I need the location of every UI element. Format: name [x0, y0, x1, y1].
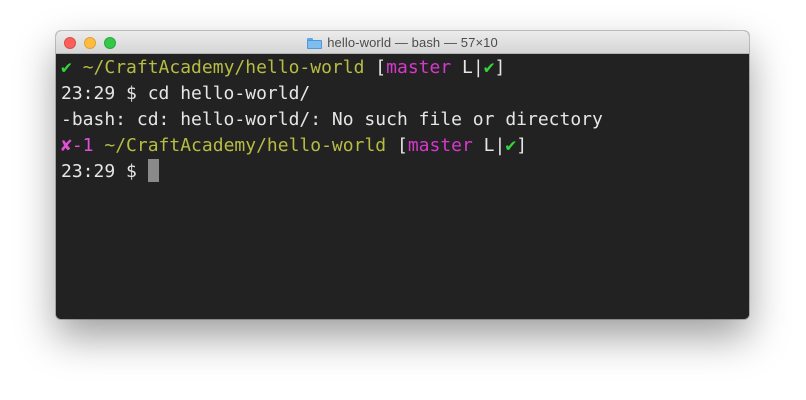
git-status: L| — [451, 57, 484, 78]
command-line: 23:29 $ cd hello-world/ — [61, 81, 749, 107]
prompt-line: ✘-1 ~/CraftAcademy/hello-world [master L… — [61, 133, 749, 159]
error-status-icon: ✘-1 — [61, 135, 94, 156]
git-bracket-close: ] — [494, 57, 506, 78]
git-bracket-open: [ — [396, 135, 408, 156]
error-output: -bash: cd: hello-world/: No such file or… — [61, 109, 603, 130]
git-status: L| — [472, 135, 506, 156]
prompt-path: ~/CraftAcademy/hello-world — [104, 135, 387, 156]
prompt-time: 23:29 $ — [61, 83, 148, 104]
prompt-path: ~/CraftAcademy/hello-world — [82, 57, 365, 78]
prompt-line: ✔ ~/CraftAcademy/hello-world [master L|✔… — [61, 55, 749, 81]
command-text: cd hello-world/ — [147, 83, 311, 104]
git-bracket-close: ] — [516, 135, 528, 156]
git-clean-icon: ✔ — [483, 57, 495, 78]
success-status-icon: ✔ — [61, 57, 72, 78]
window-title-group: hello-world — bash — 57×10 — [56, 31, 749, 54]
folder-icon — [307, 37, 323, 49]
terminal-output[interactable]: ✔ ~/CraftAcademy/hello-world [master L|✔… — [56, 54, 749, 319]
git-branch: master — [386, 57, 452, 78]
prompt-time: 23:29 $ — [61, 161, 148, 182]
input-line[interactable]: 23:29 $ — [61, 159, 749, 185]
terminal-window: hello-world — bash — 57×10 ✔ ~/CraftAcad… — [56, 31, 749, 319]
window-title: hello-world — bash — 57×10 — [327, 35, 498, 50]
git-branch: master — [407, 135, 473, 156]
error-output-line: -bash: cd: hello-world/: No such file or… — [61, 107, 749, 133]
git-clean-icon: ✔ — [505, 135, 517, 156]
text-cursor — [147, 159, 159, 182]
title-bar[interactable]: hello-world — bash — 57×10 — [56, 31, 749, 54]
git-bracket-open: [ — [375, 57, 387, 78]
